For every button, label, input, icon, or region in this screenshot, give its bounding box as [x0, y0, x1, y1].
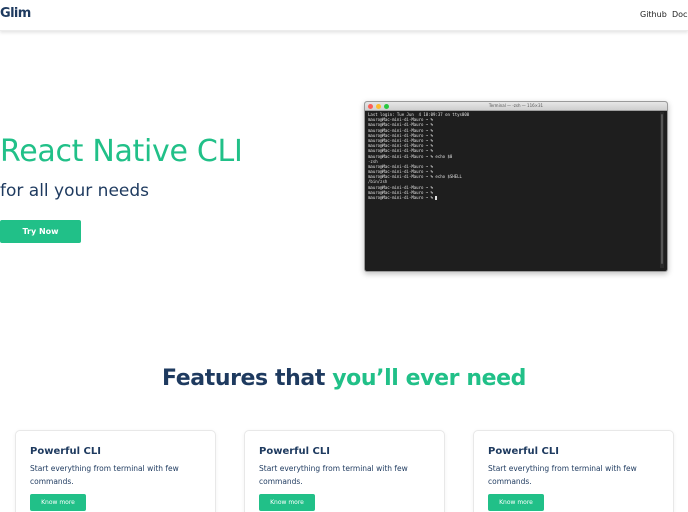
terminal-scroll-thumb[interactable]	[661, 114, 663, 264]
terminal-titlebar: Terminal — -zsh — 116×31	[365, 102, 667, 111]
terminal-scrollbar[interactable]	[660, 112, 664, 268]
terminal-prompt: mauro@Mac-mini-di-Mauro ~ %	[368, 195, 434, 200]
logo[interactable]: Glim	[0, 6, 31, 21]
know-more-button[interactable]: Know more	[30, 494, 86, 511]
know-more-button[interactable]: Know more	[259, 494, 315, 511]
feature-card: Powerful CLI Start everything from termi…	[244, 430, 445, 512]
feature-card: Powerful CLI Start everything from termi…	[15, 430, 216, 512]
feature-card-description: Start everything from terminal with few …	[488, 464, 637, 486]
terminal-window: Terminal — -zsh — 116×31 Last login: Tue…	[364, 101, 668, 272]
nav-link-github[interactable]: Github	[640, 10, 667, 19]
features-heading: Features that you’ll ever need	[0, 366, 688, 391]
feature-card: Powerful CLI Start everything from termi…	[473, 430, 674, 512]
feature-card-title: Powerful CLI	[488, 446, 559, 457]
feature-card-title: Powerful CLI	[259, 446, 330, 457]
try-now-button[interactable]: Try Now	[0, 220, 81, 243]
feature-card-title: Powerful CLI	[30, 446, 101, 457]
features-heading-part2: you’ll ever need	[332, 366, 526, 391]
hero-title: React Native CLI	[0, 134, 243, 169]
terminal-cursor	[435, 196, 438, 200]
know-more-button[interactable]: Know more	[488, 494, 544, 511]
terminal-title: Terminal — -zsh — 116×31	[488, 103, 544, 108]
feature-card-description: Start everything from terminal with few …	[30, 464, 179, 486]
navbar: Glim Github Docs	[0, 0, 688, 31]
terminal-prompt-line[interactable]: mauro@Mac-mini-di-Mauro ~ %	[368, 195, 658, 200]
feature-card-description: Start everything from terminal with few …	[259, 464, 408, 486]
nav-link-docs[interactable]: Docs	[672, 10, 688, 19]
features-heading-part1: Features that	[162, 366, 333, 391]
hero-subtitle: for all your needs	[0, 181, 150, 201]
terminal-output: Last login: Tue Jun 4 18:09:37 on ttys00…	[368, 112, 658, 200]
